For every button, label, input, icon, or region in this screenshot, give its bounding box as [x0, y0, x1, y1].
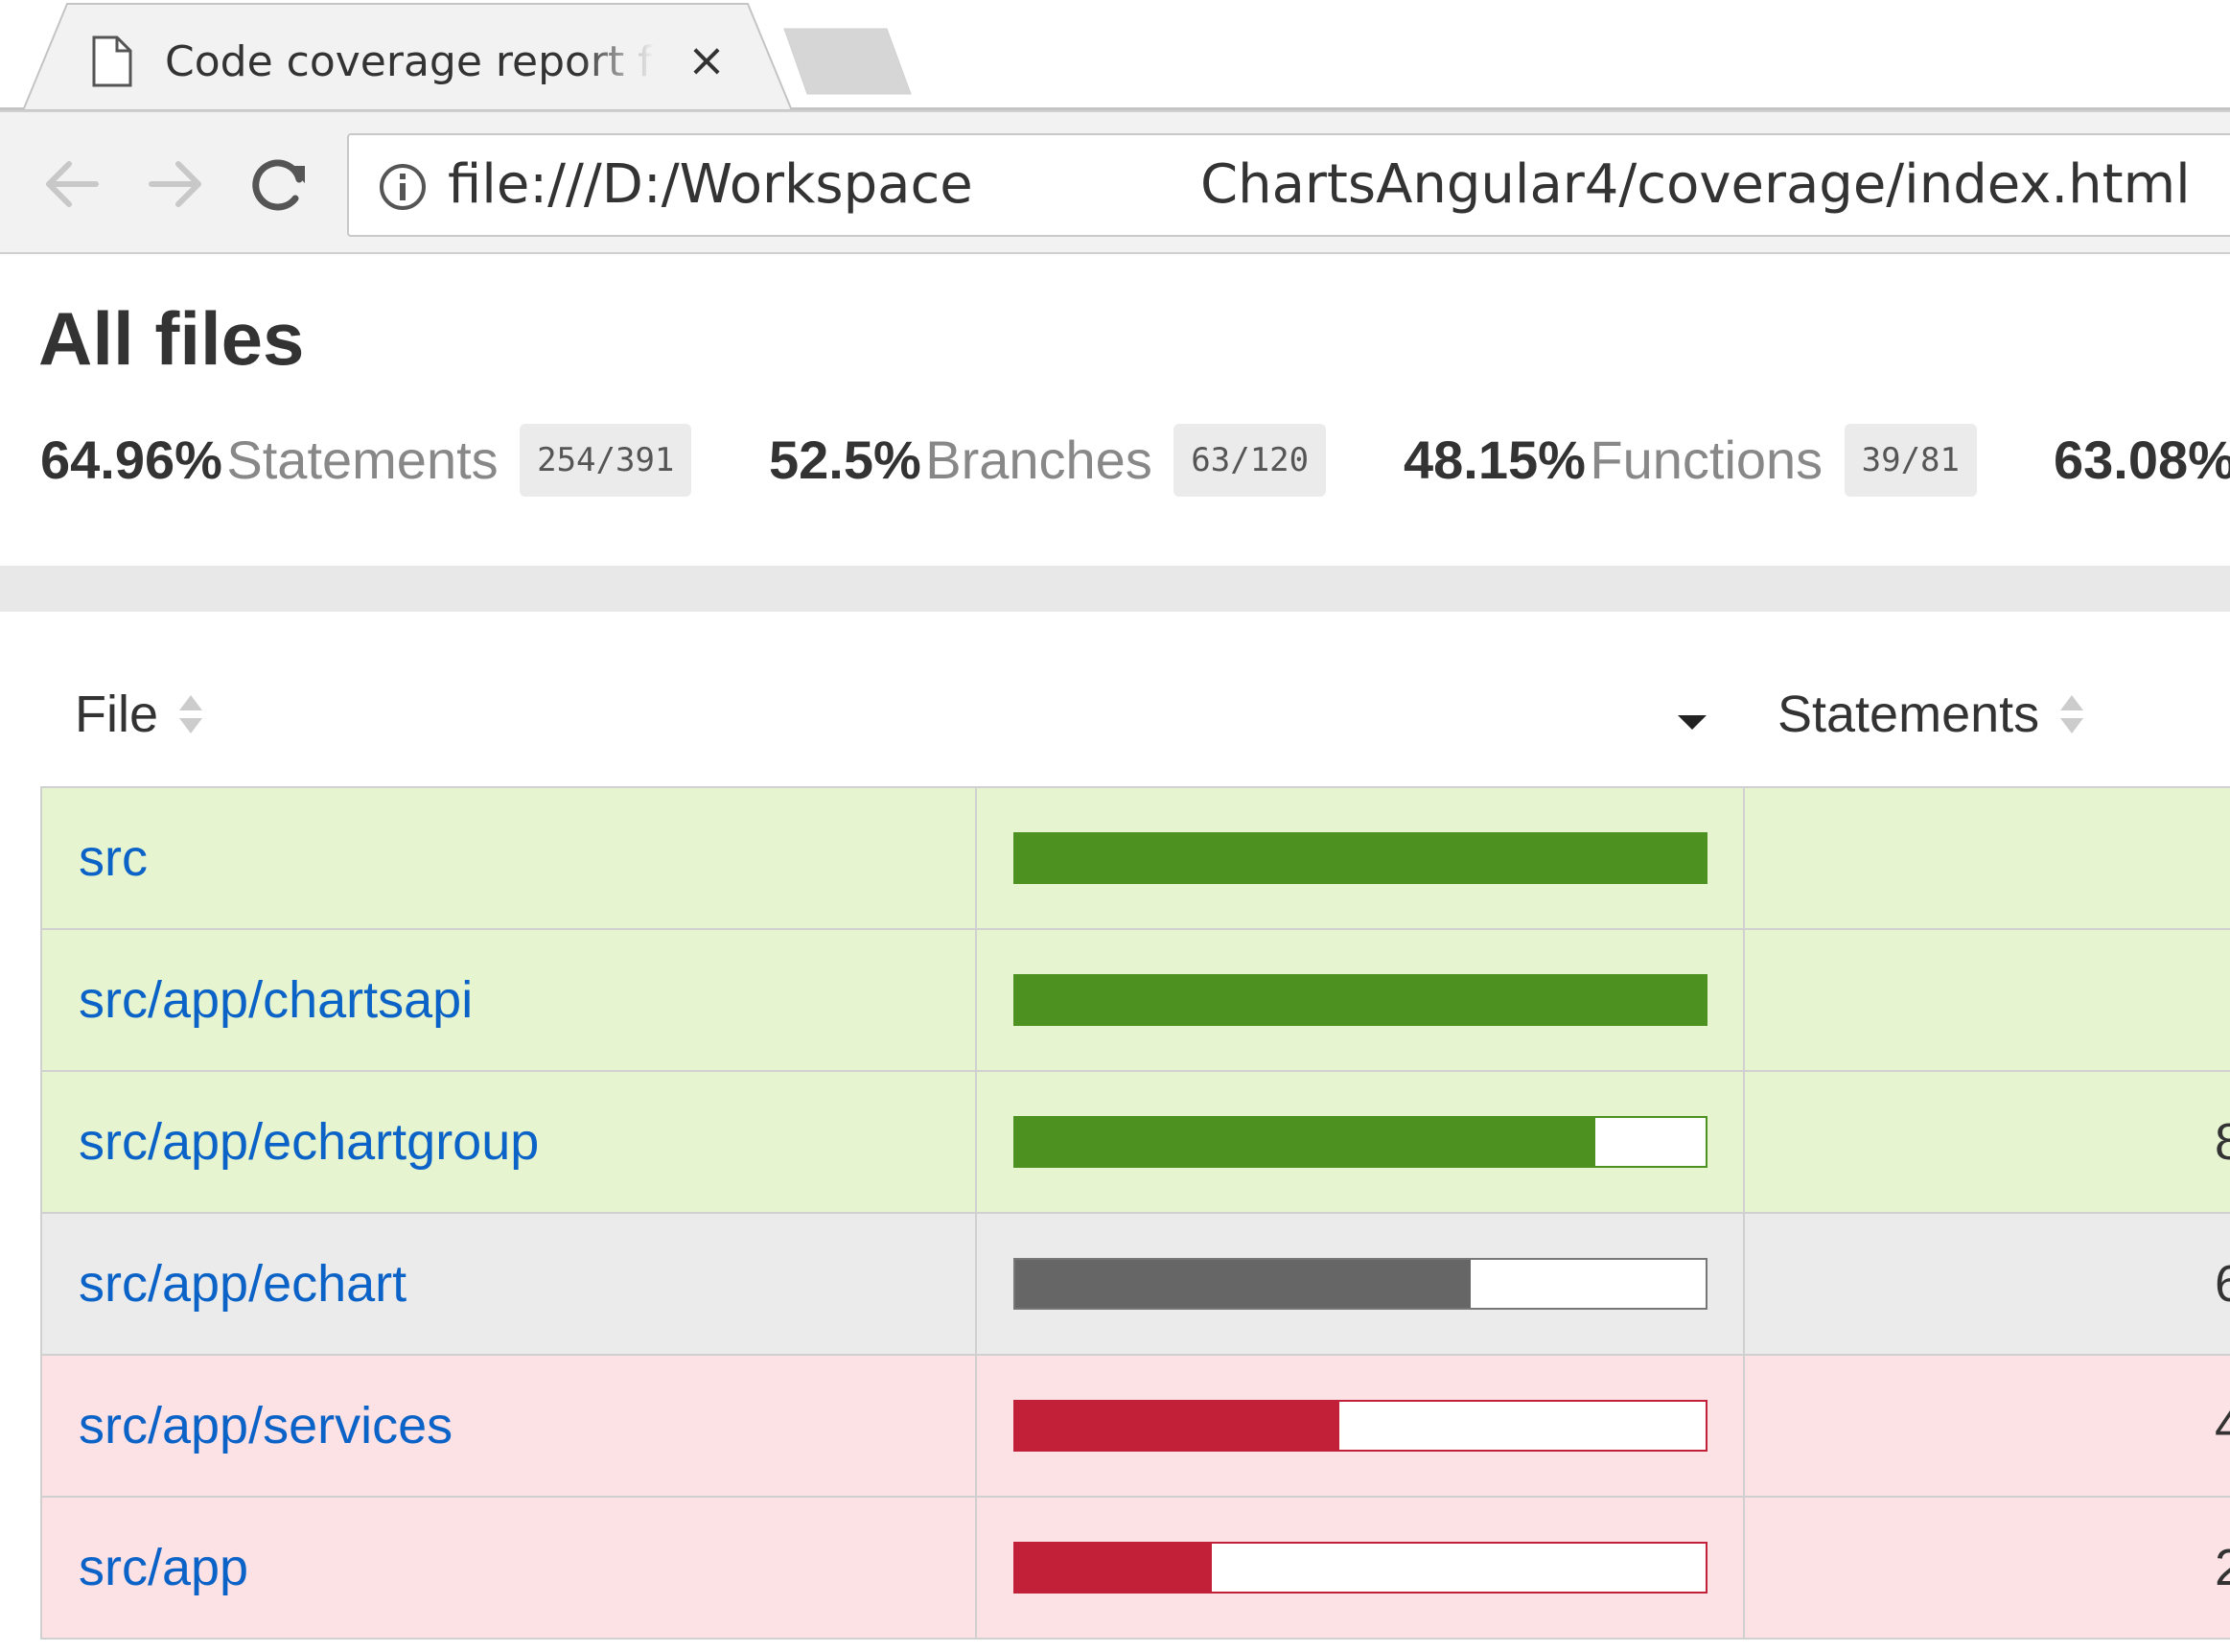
coverage-bar-cell [975, 1496, 1745, 1640]
address-bar[interactable]: file:///D:/Workspace ChartsAngular4/cove… [347, 133, 2230, 237]
coverage-bar-cell [975, 1070, 1745, 1214]
coverage-bar-cell [975, 1212, 1745, 1356]
statements-label: Statements [226, 430, 499, 490]
file-cell: src/app/chartsapi [40, 928, 977, 1072]
coverage-bar [1013, 1400, 1707, 1452]
table-row: src/app/echartgroup 8 [40, 1070, 2230, 1214]
table-row: src/app 2 [40, 1496, 2230, 1640]
summary-lines: 63.08% [2054, 422, 2230, 499]
statements-fraction: 254/391 [520, 424, 692, 497]
statements-cell [1743, 786, 2230, 930]
functions-fraction: 39/81 [1844, 424, 1977, 497]
summary-statements: 64.96% Statements 254/391 [40, 422, 692, 499]
branches-label: Branches [925, 430, 1152, 490]
file-cell: src/app/echartgroup [40, 1070, 977, 1214]
coverage-bar-cell [975, 786, 1745, 930]
file-link[interactable]: src/app/echart [79, 1255, 407, 1313]
browser-tabstrip: Code coverage report for All files × [0, 0, 2230, 110]
sort-icon [2058, 680, 2085, 756]
coverage-bar-fill [1015, 1402, 1340, 1450]
table-row: src/app/services 4 [40, 1354, 2230, 1498]
summary-branches: 52.5% Branches 63/120 [769, 422, 1327, 499]
forward-arrow-icon[interactable] [142, 151, 209, 218]
coverage-bar-fill [1015, 834, 1706, 882]
lines-pct: 63.08% [2054, 430, 2230, 490]
statements-cell: 2 [1743, 1496, 2230, 1640]
coverage-bar-fill [1015, 1544, 1213, 1592]
close-icon[interactable]: × [683, 36, 731, 84]
statements-cell: 8 [1743, 1070, 2230, 1214]
file-link[interactable]: src [79, 829, 148, 887]
status-divider-bar [0, 566, 2230, 612]
file-link[interactable]: src/app [79, 1539, 248, 1596]
branches-fraction: 63/120 [1173, 424, 1327, 497]
statements-header-label: Statements [1777, 686, 2040, 743]
functions-pct: 48.15% [1404, 430, 1586, 490]
column-header-statements[interactable]: Statements [1777, 676, 2085, 753]
branches-pct: 52.5% [769, 430, 921, 490]
statements-value: 8 [2215, 1113, 2230, 1171]
coverage-bar [1013, 974, 1707, 1026]
file-link[interactable]: src/app/echartgroup [79, 1113, 539, 1171]
file-cell: src/app/services [40, 1354, 977, 1498]
sort-desc-icon [1676, 686, 1708, 743]
coverage-bar-cell [975, 1354, 1745, 1498]
coverage-bar [1013, 1258, 1707, 1310]
statements-cell: 4 [1743, 1354, 2230, 1498]
statements-value: 2 [2215, 1539, 2230, 1596]
coverage-bar [1013, 1116, 1707, 1168]
browser-toolbar: file:///D:/Workspace ChartsAngular4/cove… [0, 110, 2230, 254]
statements-value: 6 [2215, 1255, 2230, 1313]
file-link[interactable]: src/app/services [79, 1397, 453, 1454]
page-title: All files [38, 296, 305, 381]
summary-functions: 48.15% Functions 39/81 [1404, 422, 1977, 499]
table-row: src/app/echart 6 [40, 1212, 2230, 1356]
info-icon[interactable] [378, 162, 428, 217]
file-header-label: File [75, 686, 159, 743]
coverage-bar [1013, 832, 1707, 884]
coverage-bar-fill [1015, 1118, 1595, 1166]
reload-icon[interactable] [245, 151, 313, 218]
coverage-rows: src src/app/chartsapi src/app/echartgroup 8… [40, 786, 2230, 1640]
coverage-bar-fill [1015, 1260, 1472, 1308]
coverage-table: src src/app/chartsapi src/app/echartgroup 8… [40, 786, 2230, 1640]
coverage-bar-cell [975, 928, 1745, 1072]
statements-cell [1743, 928, 2230, 1072]
file-cell: src [40, 786, 977, 930]
url-text-left: file:///D:/Workspace [448, 153, 973, 216]
file-link[interactable]: src/app/chartsapi [79, 971, 473, 1029]
table-row: src [40, 786, 2230, 930]
statements-cell: 6 [1743, 1212, 2230, 1356]
table-row: src/app/chartsapi [40, 928, 2230, 1072]
new-tab-button [783, 28, 912, 95]
column-header-coverage-bar[interactable] [1676, 676, 1708, 753]
file-cell: src/app/echart [40, 1212, 977, 1356]
tab-title[interactable]: Code coverage report for All files [165, 29, 654, 96]
column-header-file[interactable]: File [75, 676, 204, 753]
statements-value: 4 [2215, 1397, 2230, 1454]
coverage-bar [1013, 1542, 1707, 1594]
url-text-right: ChartsAngular4/coverage/index.html [1200, 153, 2191, 216]
functions-label: Functions [1590, 430, 1823, 490]
statements-pct: 64.96% [40, 430, 222, 490]
back-arrow-icon[interactable] [38, 151, 105, 218]
coverage-bar-fill [1015, 976, 1706, 1024]
file-cell: src/app [40, 1496, 977, 1640]
sort-icon [177, 680, 204, 756]
